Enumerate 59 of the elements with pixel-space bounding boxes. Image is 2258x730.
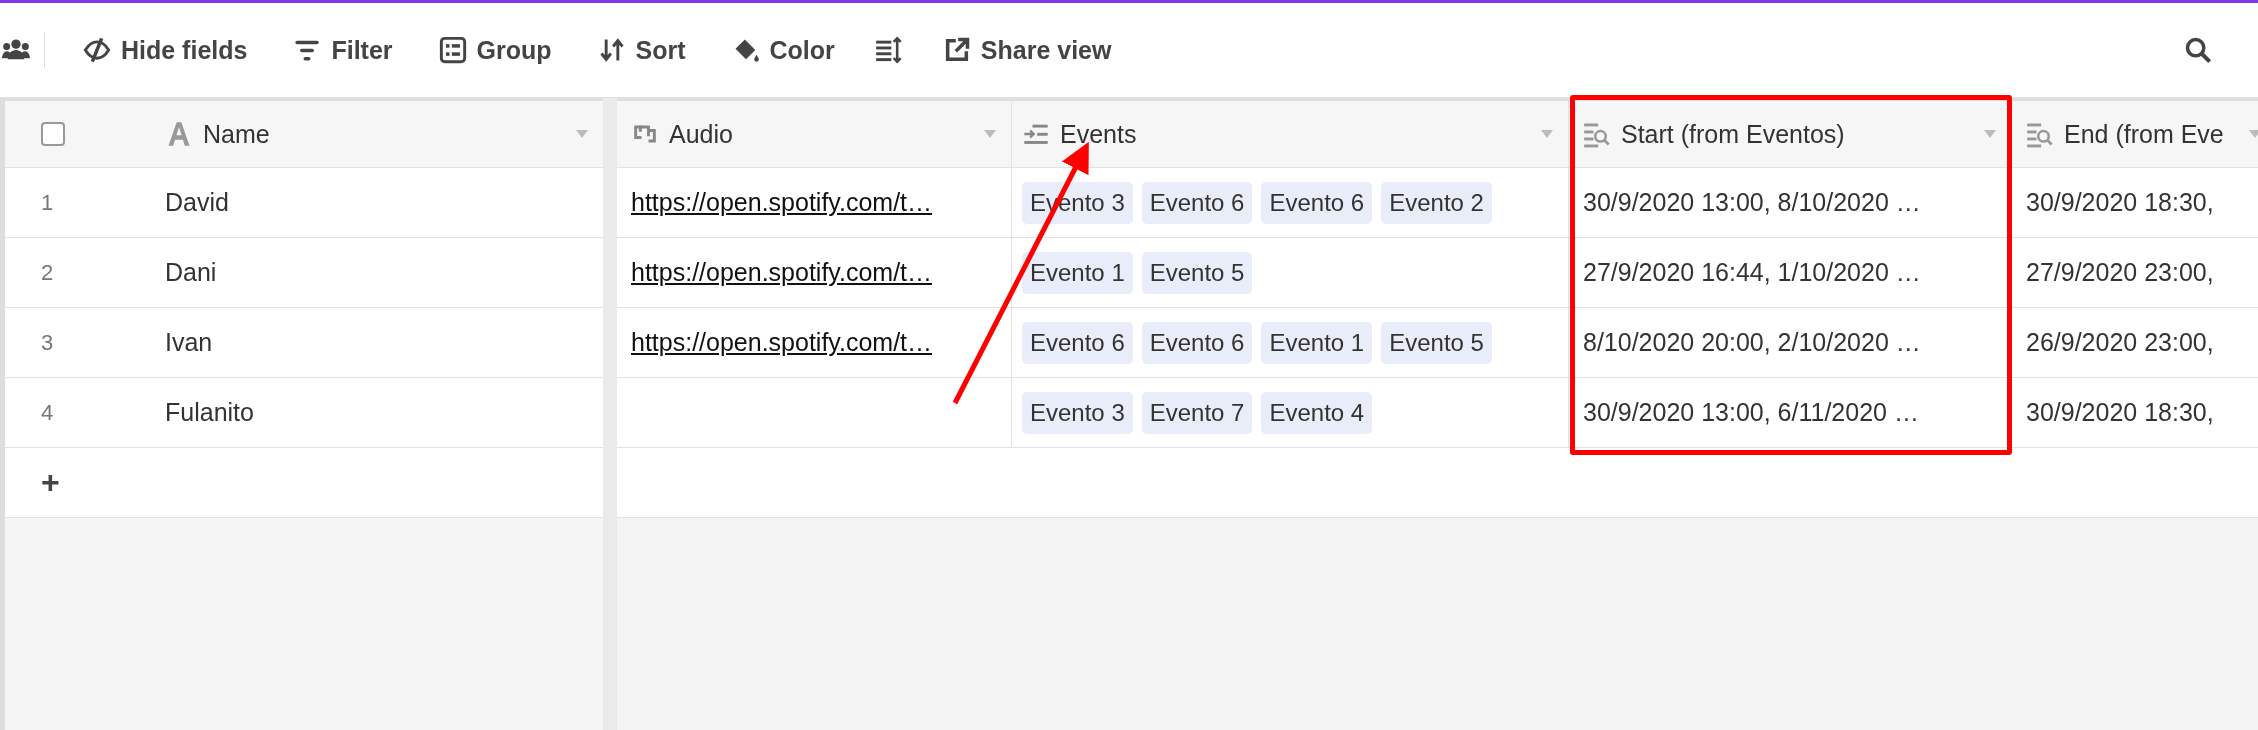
share-button[interactable]: Share view	[928, 29, 1126, 71]
column-header[interactable]: Audio	[617, 101, 1012, 167]
row-number: 2	[41, 259, 54, 286]
event-chip[interactable]: Evento 6	[1141, 321, 1253, 364]
row-number: 4	[41, 399, 54, 426]
event-chip[interactable]: Evento 2	[1381, 181, 1492, 224]
event-chip[interactable]: Evento 6	[1022, 321, 1133, 364]
sort-arrows-icon	[597, 36, 626, 64]
select-all-checkbox[interactable]	[41, 122, 65, 146]
column-title: Start (from Eventos)	[1621, 119, 1846, 149]
table-cell-text: Dani	[164, 257, 218, 288]
group-button[interactable]: Group	[424, 29, 566, 71]
event-chip[interactable]: Evento 1	[1261, 321, 1373, 364]
url-link[interactable]: https://open.spotify.com/t…	[631, 328, 933, 357]
table-cell-text: 26/9/2020 23:00,	[2025, 327, 2215, 358]
event-chip[interactable]: Evento 6	[1141, 181, 1253, 224]
color-button[interactable]: Color	[717, 29, 849, 71]
event-chip[interactable]: Evento 4	[1261, 391, 1373, 434]
add-row-button[interactable]: +	[33, 448, 68, 517]
event-chip[interactable]: Evento 3	[1022, 391, 1133, 434]
event-chip[interactable]: Evento 6	[1261, 181, 1373, 224]
table-cell-text: 27/9/2020 23:00,	[2025, 257, 2215, 288]
event-chip[interactable]: Evento 5	[1381, 321, 1492, 364]
dropdown-caret-icon	[575, 129, 589, 139]
column-header[interactable]: End (from Eve	[2012, 101, 2258, 167]
column-title: End (from Eve	[2064, 119, 2225, 149]
search-icon	[2184, 36, 2212, 64]
column-title: Name	[203, 119, 271, 149]
row-number: 3	[41, 329, 54, 356]
row-number: 1	[41, 189, 54, 216]
table-cell: 30/9/2020 13:00, 8/10/2020 …	[1569, 168, 2012, 237]
event-chip[interactable]: Evento 5	[1141, 251, 1253, 294]
dropdown-caret-icon	[2248, 129, 2258, 139]
table-cell-text: David	[164, 187, 230, 218]
event-chip[interactable]: Evento 7	[1141, 391, 1253, 434]
dropdown-caret-icon	[1540, 129, 1554, 139]
column-title: Events	[1060, 119, 1138, 149]
table-cell-text: 30/9/2020 18:30,	[2025, 397, 2215, 428]
dropdown-caret-icon	[1983, 129, 1997, 139]
dropdown-caret-icon	[983, 129, 997, 139]
table-cell: 30/9/2020 13:00, 6/11/2020 …	[1569, 378, 2012, 447]
url-link[interactable]: https://open.spotify.com/t…	[631, 258, 933, 287]
column-header[interactable]: Events	[1012, 101, 1569, 167]
table-cell-text: Ivan	[164, 327, 214, 358]
table-cell-text: 30/9/2020 18:30,	[2025, 187, 2215, 218]
list-box-icon	[438, 36, 467, 64]
hide-fields-button[interactable]: Hide fields	[69, 29, 262, 71]
url-link[interactable]: https://open.spotify.com/t…	[631, 188, 933, 217]
event-chip[interactable]: Evento 1	[1022, 251, 1133, 294]
column-title: Audio	[669, 119, 734, 149]
sort-button[interactable]: Sort	[583, 29, 700, 71]
filter-button[interactable]: Filter	[279, 29, 407, 71]
column-header[interactable]: Start (from Eventos)	[1569, 101, 2012, 167]
row-height-icon	[874, 36, 903, 64]
table-cell-text: Fulanito	[164, 397, 255, 428]
column-header[interactable]: Name	[155, 101, 603, 167]
eye-slash-icon	[83, 36, 111, 64]
table-cell: 27/9/2020 16:44, 1/10/2020 …	[1569, 238, 2012, 307]
table-cell: 8/10/2020 20:00, 2/10/2020 …	[1569, 308, 2012, 377]
